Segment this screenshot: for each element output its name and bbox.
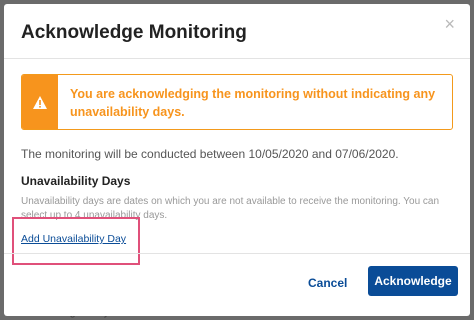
unavailability-help-text: Unavailability days are dates on which y… xyxy=(21,196,440,221)
acknowledge-button[interactable]: Acknowledge xyxy=(368,266,458,296)
warning-alert: You are acknowledging the monitoring wit… xyxy=(21,74,453,130)
dialog-title: Acknowledge Monitoring xyxy=(21,22,247,43)
warning-icon xyxy=(33,95,47,109)
alert-message: You are acknowledging the monitoring wit… xyxy=(70,87,436,119)
dialog-header: Acknowledge Monitoring × xyxy=(4,4,470,59)
unavailability-days-heading: Unavailability Days xyxy=(21,174,131,188)
add-unavailability-day-link[interactable]: Add Unavailability Day xyxy=(21,233,126,245)
acknowledge-monitoring-dialog: Acknowledge Monitoring × You are acknowl… xyxy=(4,4,470,316)
alert-icon-container xyxy=(22,75,58,129)
monitoring-period-text: The monitoring will be conducted between… xyxy=(21,147,399,161)
dialog-body: You are acknowledging the monitoring wit… xyxy=(4,59,470,265)
dialog-footer: Cancel Acknowledge xyxy=(4,253,470,316)
close-icon[interactable]: × xyxy=(444,15,455,33)
cancel-button[interactable]: Cancel xyxy=(300,268,355,298)
